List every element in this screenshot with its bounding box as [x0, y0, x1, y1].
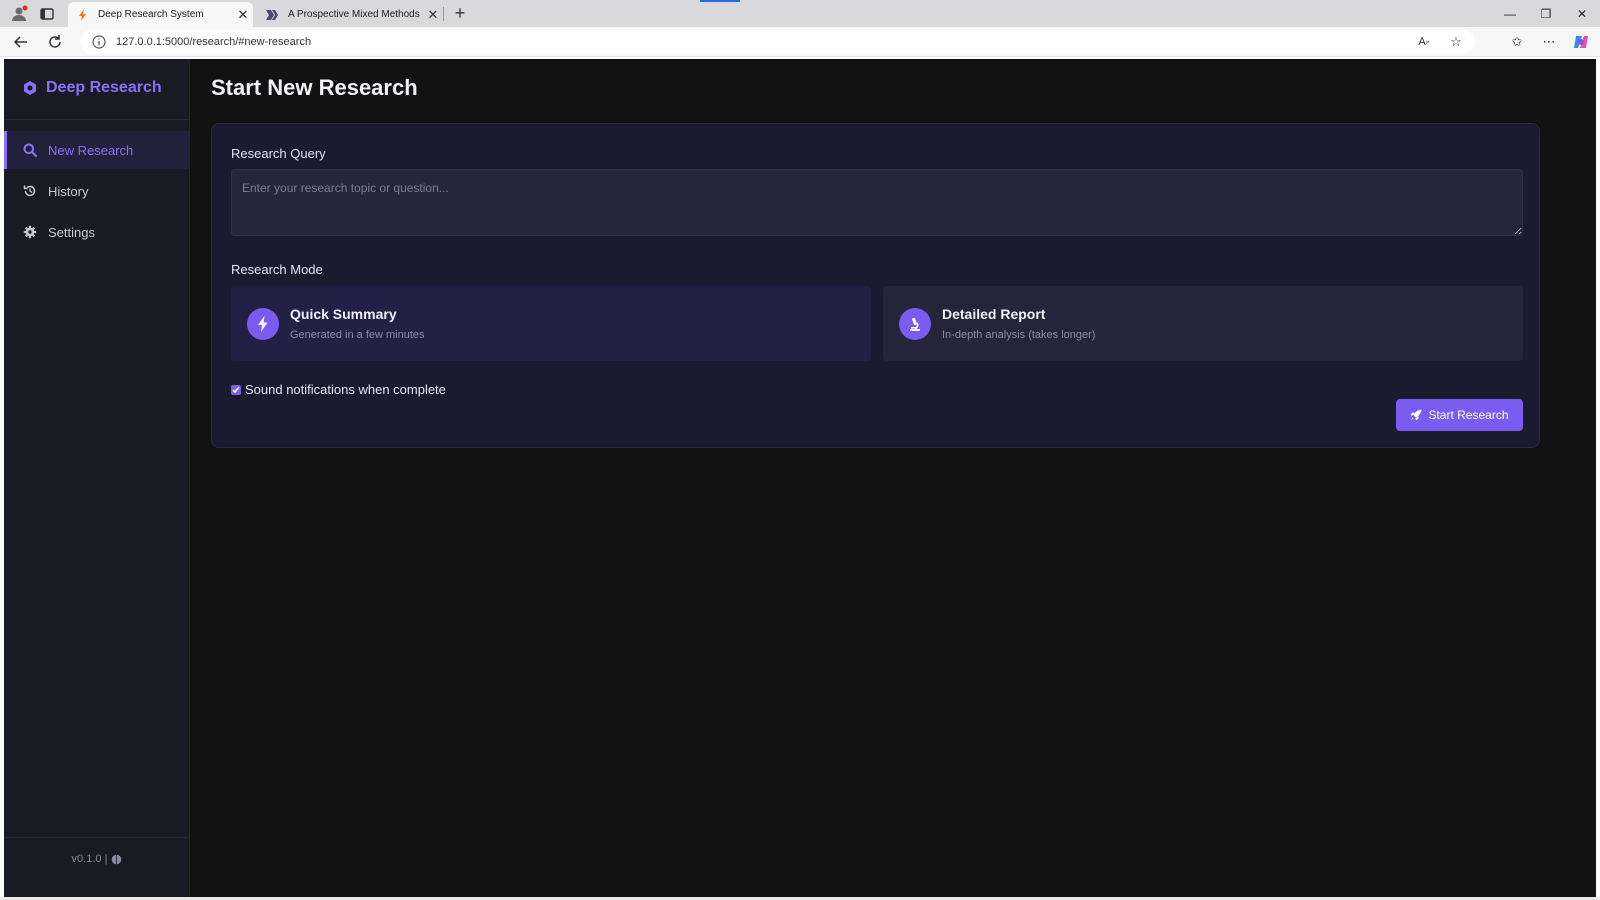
gear-icon [22, 224, 38, 240]
browser-address-bar: 127.0.0.1:5000/research/#new-research A»… [0, 27, 1600, 57]
close-tab-icon[interactable]: ✕ [423, 7, 443, 23]
mode-title: Quick Summary [290, 306, 397, 322]
loading-indicator [700, 0, 740, 2]
copilot-icon[interactable] [1572, 33, 1590, 51]
new-tab-button[interactable]: + [450, 3, 470, 23]
sidebar-item-history[interactable]: History [4, 172, 190, 210]
url-field[interactable]: 127.0.0.1:5000/research/#new-research A»… [80, 30, 1475, 54]
sidebar-item-settings[interactable]: Settings [4, 213, 190, 251]
history-icon [22, 183, 38, 199]
research-query-input[interactable] [231, 169, 1523, 236]
browser-tab-active[interactable]: Deep Research System ✕ [68, 2, 253, 27]
divider [4, 837, 190, 838]
reload-icon[interactable] [46, 33, 64, 51]
mode-label: Research Mode [231, 262, 323, 277]
sound-notification-checkbox[interactable] [231, 384, 241, 395]
brand[interactable]: Deep Research [22, 79, 162, 97]
close-window-icon[interactable]: ✕ [1564, 0, 1600, 27]
mode-title: Detailed Report [942, 306, 1046, 322]
sound-notification-toggle[interactable]: Sound notifications when complete [231, 382, 446, 397]
back-icon[interactable] [12, 33, 30, 51]
read-aloud-icon[interactable]: A» [1415, 33, 1433, 51]
brain-icon [112, 854, 122, 864]
microscope-icon [899, 307, 931, 340]
sidebar-item-label: History [48, 183, 89, 199]
main-content: Start New Research Research Query Resear… [211, 59, 1591, 897]
profile-icon[interactable] [10, 5, 28, 23]
atom-icon [24, 81, 36, 95]
tab-actions-icon[interactable] [38, 5, 56, 23]
start-research-label: Start Research [1428, 408, 1509, 422]
divider [4, 119, 190, 120]
mode-subtitle: Generated in a few minutes [290, 329, 425, 341]
bolt-favicon-icon [76, 8, 90, 22]
favorite-star-icon[interactable]: ☆ [1447, 33, 1465, 51]
tab-title: Deep Research System [98, 9, 204, 20]
favorites-icon[interactable]: ✩ [1508, 33, 1526, 51]
window-controls: — ❐ ✕ [1492, 0, 1600, 27]
sound-notification-label: Sound notifications when complete [245, 382, 446, 397]
app-window: Deep Research New Research History Setti… [4, 59, 1596, 897]
query-label: Research Query [231, 146, 326, 161]
url-text: 127.0.0.1:5000/research/#new-research [116, 36, 312, 48]
mode-option-quick-summary[interactable]: Quick Summary Generated in a few minutes [231, 286, 871, 361]
sidebar-item-label: Settings [48, 224, 95, 240]
browser-tab[interactable]: A Prospective Mixed Methods Stu ✕ [258, 2, 443, 27]
document-favicon-icon [266, 8, 280, 22]
sidebar-item-new-research[interactable]: New Research [4, 131, 190, 169]
site-info-icon[interactable] [92, 35, 106, 49]
mode-option-detailed-report[interactable]: Detailed Report In-depth analysis (takes… [883, 286, 1523, 361]
more-menu-icon[interactable]: ⋯ [1540, 33, 1558, 51]
page-title: Start New Research [211, 75, 418, 100]
restore-icon[interactable]: ❐ [1528, 0, 1564, 27]
brand-title: Deep Research [46, 79, 162, 96]
close-tab-icon[interactable]: ✕ [233, 7, 253, 23]
new-research-card: Research Query Research Mode Quick Summa… [211, 123, 1540, 448]
version-text: v0.1.0 | [71, 853, 108, 865]
sidebar-item-label: New Research [48, 142, 134, 158]
start-research-button[interactable]: Start Research [1396, 399, 1523, 431]
minimize-icon[interactable]: — [1492, 0, 1528, 27]
version-info: v0.1.0 | [4, 853, 190, 865]
browser-tab-strip: Deep Research System ✕ A Prospective Mix… [0, 0, 1600, 27]
rocket-icon [1410, 409, 1422, 421]
tab-title: A Prospective Mixed Methods Stu [288, 9, 423, 20]
sidebar: Deep Research New Research History Setti… [4, 59, 190, 897]
tab-divider [443, 7, 444, 21]
search-icon [22, 142, 38, 158]
mode-subtitle: In-depth analysis (takes longer) [942, 329, 1096, 341]
bolt-icon [247, 307, 279, 340]
